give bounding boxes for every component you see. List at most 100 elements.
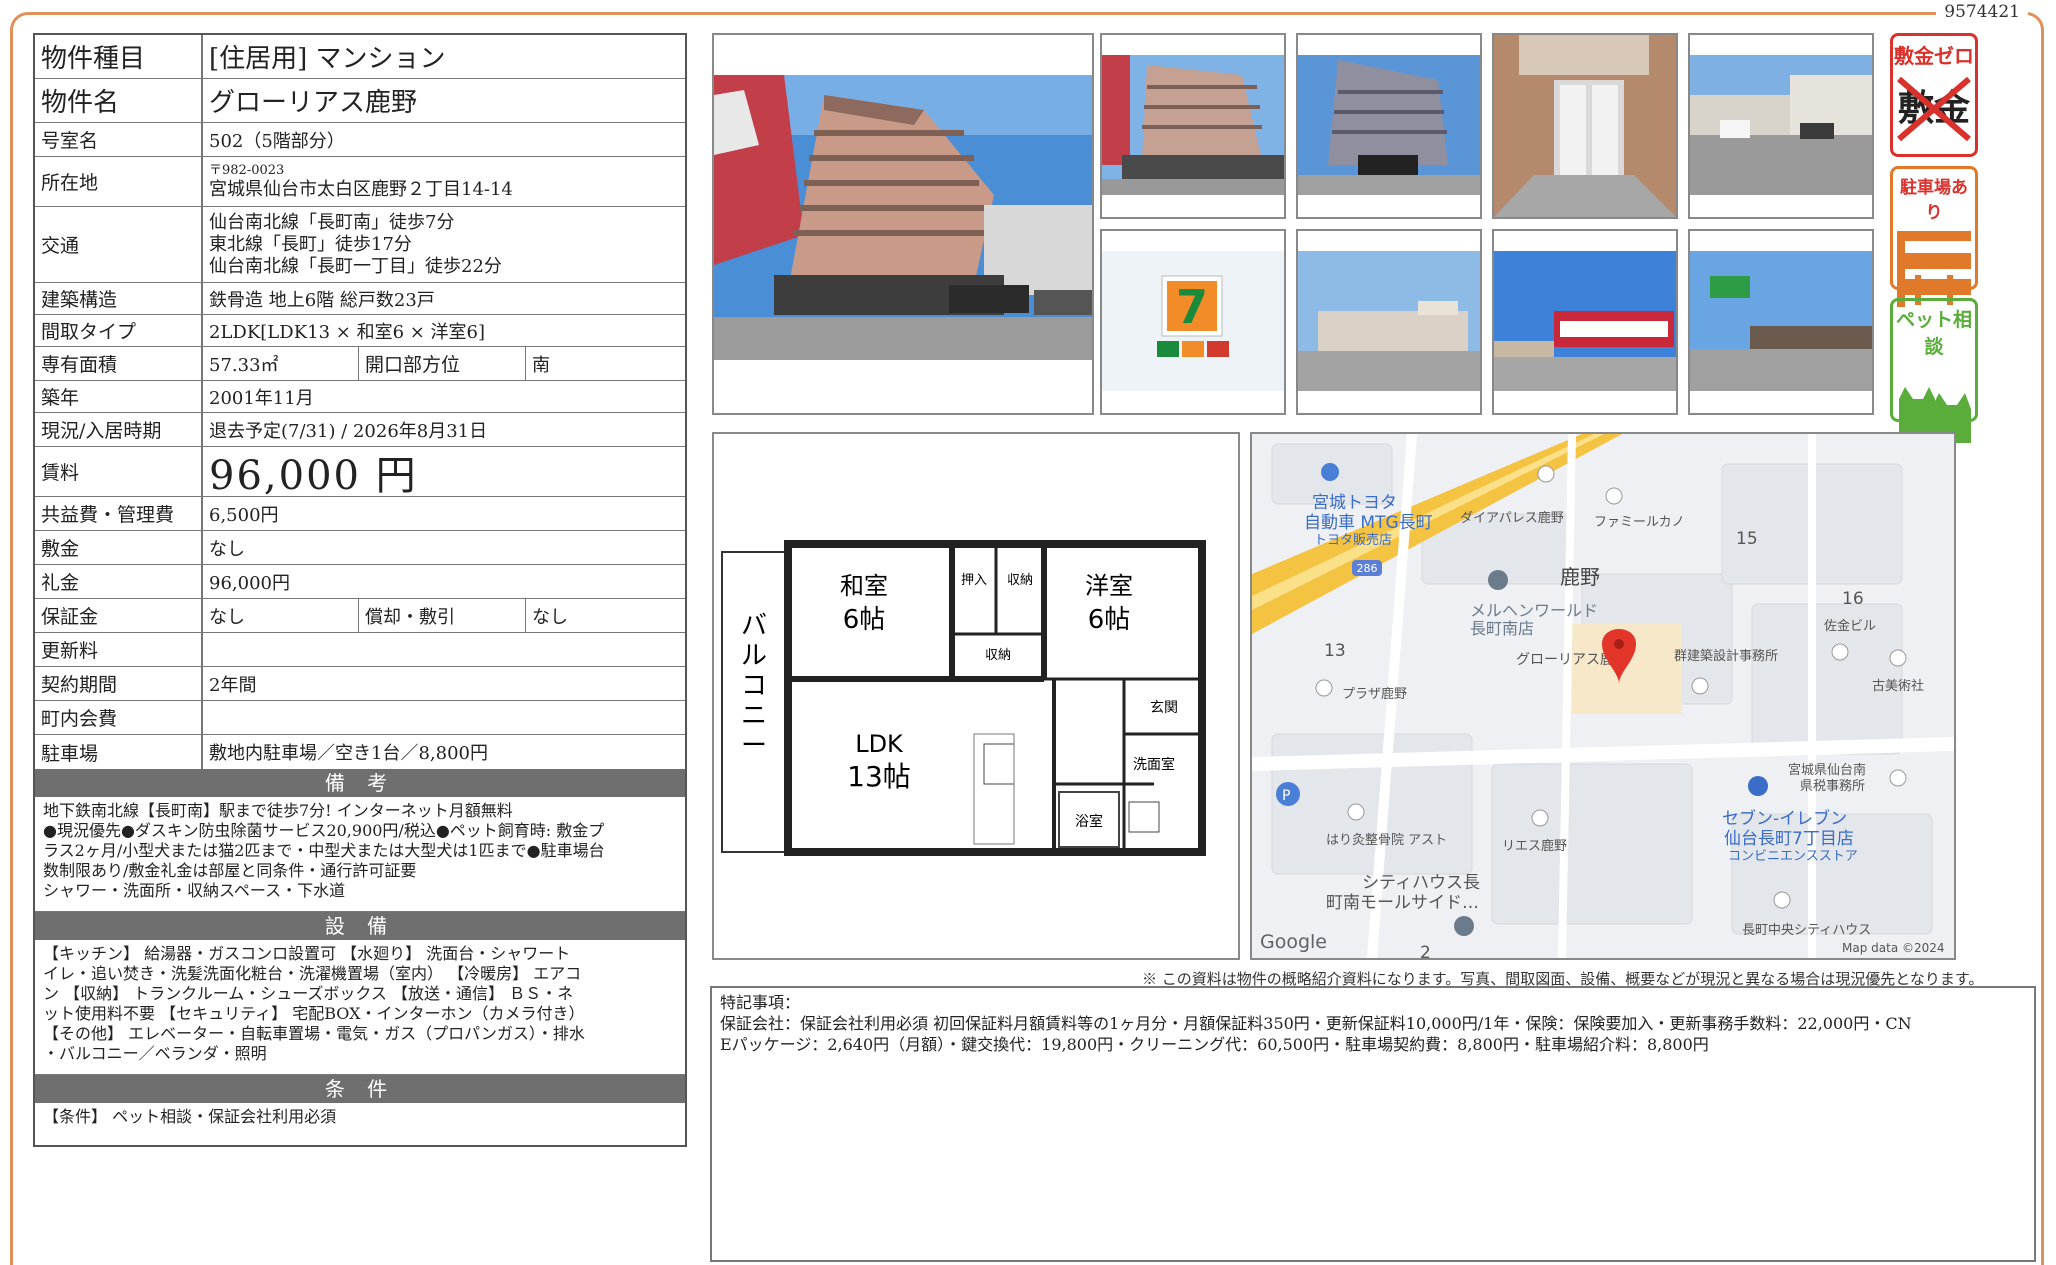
map-label-diapalace: ダイアパレス鹿野 <box>1460 510 1564 526</box>
photo-thumb-6[interactable] <box>1296 229 1482 415</box>
map-label-family: ファミールカノ <box>1594 515 1685 530</box>
value-guarantee: なし <box>203 599 359 632</box>
building-front-photo <box>1102 35 1284 217</box>
map-label-tax: 宮城県仙台南 <box>1788 762 1866 778</box>
map-label-city: シティハウス長 <box>1362 873 1480 893</box>
photo-thumb-4[interactable] <box>1688 33 1874 219</box>
value-name: グローリアス鹿野 <box>209 88 418 118</box>
property-spec-table: 物件種目 [住居用] マンション 物件名 グローリアス鹿野 号室名 502（5階… <box>33 33 687 1147</box>
value-zip: 〒982-0023 <box>209 162 285 178</box>
jouken-line: 【条件】 ペット相談・保証会社利用必須 <box>43 1107 337 1126</box>
label-room: 号室名 <box>35 123 203 156</box>
floorplan-yokushitsu: 浴室 <box>1075 813 1103 830</box>
row-rent: 賃料 96,000 円 <box>35 447 685 497</box>
label-fee: 共益費・管理費 <box>35 497 203 530</box>
parking-photo <box>1690 35 1872 217</box>
value-direction: 南 <box>532 354 550 376</box>
photo-thumb-7[interactable] <box>1492 229 1678 415</box>
floorplan-ldk: LDK <box>855 730 904 758</box>
row-address: 所在地 〒982-0023 宮城県仙台市太白区鹿野２丁目14-14 <box>35 157 685 207</box>
badge-zero-graphic: 敷金 <box>1893 69 1975 149</box>
bikou-line: シャワー・洗面所・収納スペース・下水道 <box>43 881 346 900</box>
photo-thumb-2[interactable] <box>1296 33 1482 219</box>
value-parking: 敷地内駐車場／空き1台／8,800円 <box>209 743 488 764</box>
transport-line: 仙台南北線「長町南」徒歩7分 <box>209 211 455 233</box>
photo-thumb-8[interactable] <box>1688 229 1874 415</box>
row-keymoney: 礼金 96,000円 <box>35 565 685 599</box>
photo-thumb-1[interactable] <box>1100 33 1286 219</box>
badge-pet: ペット相談 <box>1890 298 1978 443</box>
map-label-city2: 町南モールサイド… <box>1326 893 1479 913</box>
value-area: 57.33㎡ <box>203 347 359 380</box>
floorplan-sentaku: 洗面室 <box>1133 756 1175 773</box>
label-renewal: 更新料 <box>35 633 203 666</box>
row-deposit: 敷金 なし <box>35 531 685 565</box>
row-guarantee: 保証金 なし 償却・敷引 なし <box>35 599 685 633</box>
row-structure: 建築構造 鉄骨造 地上6階 総戸数23戸 <box>35 283 685 315</box>
row-parking: 駐車場 敷地内駐車場／空き1台／8,800円 <box>35 735 685 769</box>
map-label-seven3: コンビニエンスストア <box>1728 849 1858 864</box>
transport-line: 東北線「長町」徒歩17分 <box>209 233 412 255</box>
value-layout: 2LDK[LDK13 × 和室6 × 洋室6] <box>209 321 486 343</box>
convenience-store-photo: 7 <box>1102 231 1284 413</box>
row-status: 現況/入居時期 退去予定(7/31) / 2026年8月31日 <box>35 413 685 447</box>
floorplan-shuno1: 収納 <box>1007 573 1033 588</box>
floorplan-genkan: 玄関 <box>1150 699 1178 716</box>
floorplan-balcony: バルコニー <box>741 611 767 761</box>
remarks-title: 特記事項： <box>720 993 801 1012</box>
map-label-n15: 15 <box>1736 529 1758 549</box>
map-label-toyota3: トヨタ販売店 <box>1314 532 1392 548</box>
label-built: 築年 <box>35 381 203 412</box>
label-name: 物件名 <box>35 79 203 122</box>
label-structure: 建築構造 <box>35 283 203 314</box>
value-keymoney: 96,000円 <box>209 572 290 594</box>
floorplan-youshitsu_size: 6帖 <box>1088 605 1131 635</box>
map-label-road: 286 <box>1357 562 1378 575</box>
label-type: 物件種目 <box>35 35 203 78</box>
value-status: 退去予定(7/31) / 2026年8月31日 <box>209 420 488 442</box>
setsubi-line: 【キッチン】 給湯器・ガスコンロ設置可 【水廻り】 洗面台・シャワート <box>43 944 571 963</box>
value-address: 宮城県仙台市太白区鹿野２丁目14-14 <box>209 178 513 200</box>
area-cells: 57.33㎡ 開口部方位 南 <box>203 347 685 380</box>
photo-thumb-3[interactable] <box>1492 33 1678 219</box>
bikou-line: 地下鉄南北線【長町南】駅まで徒歩7分! インターネット月額無料 <box>43 801 513 820</box>
map-label-hari: はり灸整骨院 アスト <box>1326 833 1447 848</box>
map-graphic: 286 宮城トヨタ 自動車 MTG長町 トヨタ販売店 ダイアパレス鹿野 ファミー… <box>1252 434 1954 958</box>
photo-thumb-5[interactable]: 7 <box>1100 229 1286 415</box>
main-building-photo[interactable] <box>712 33 1094 415</box>
row-assoc: 町内会費 <box>35 701 685 735</box>
floor-plan-graphic: バルコニー 和室 6帖 洋室 6帖 押入 収納 収納 LDK 13帖 玄関 洗面… <box>721 540 1206 856</box>
value-amort: なし <box>532 606 568 628</box>
row-layout: 間取タイプ 2LDK[LDK13 × 和室6 × 洋室6] <box>35 315 685 347</box>
map-label-marchen: メルヘンワールド <box>1470 601 1598 620</box>
value-fee: 6,500円 <box>209 504 279 526</box>
value-assoc <box>203 701 685 734</box>
entrance-photo <box>1494 35 1676 217</box>
building-side-photo <box>1298 35 1480 217</box>
floorplan-youshitsu: 洋室 <box>1085 572 1133 600</box>
svg-text:7: 7 <box>1176 280 1208 334</box>
label-keymoney: 礼金 <box>35 565 203 598</box>
row-built: 築年 2001年11月 <box>35 381 685 413</box>
value-renewal <box>203 633 685 666</box>
floorplan-shuno2: 収納 <box>985 648 1011 663</box>
map-label-google: Google <box>1260 931 1327 953</box>
floorplan-washitsu_size: 6帖 <box>843 605 886 635</box>
map-label-kano: 鹿野 <box>1560 565 1600 589</box>
label-parking: 駐車場 <box>35 735 203 769</box>
setsubi-heading: 設 備 <box>35 912 685 940</box>
label-guarantee: 保証金 <box>35 599 203 632</box>
location-map[interactable]: 286 宮城トヨタ 自動車 MTG長町 トヨタ販売店 ダイアパレス鹿野 ファミー… <box>1250 432 1956 960</box>
badge-zero-deposit: 敷金ゼロ 敷金 <box>1890 33 1978 157</box>
map-label-kobi: 古美術社 <box>1872 678 1924 694</box>
map-label-seven2: 仙台長町7丁目店 <box>1724 829 1854 849</box>
value-transport: 仙台南北線「長町南」徒歩7分 東北線「長町」徒歩17分 仙台南北線「長町一丁目」… <box>203 207 685 282</box>
map-label-n2: 2 <box>1420 943 1431 958</box>
value-rent: 96,000 円 <box>209 452 418 497</box>
shopping-mall-photo <box>1298 231 1480 413</box>
map-label-toyota: 宮城トヨタ <box>1312 493 1397 513</box>
value-term: 2年間 <box>209 674 257 696</box>
map-label-rie: リエス鹿野 <box>1502 838 1567 854</box>
cross-icon <box>1897 76 1971 142</box>
label-term: 契約期間 <box>35 667 203 700</box>
